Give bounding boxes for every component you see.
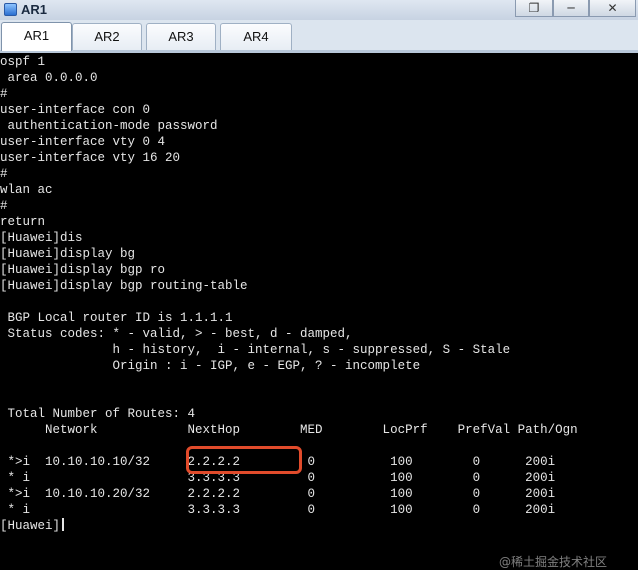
console-line: [Huawei]dis — [0, 231, 83, 245]
console-line: [Huawei]display bg — [0, 247, 136, 261]
tab-ar3[interactable]: AR3 — [146, 23, 216, 50]
minimize-button[interactable]: ─ — [553, 0, 589, 17]
window-title: AR1 — [21, 2, 48, 17]
console-line: area 0.0.0.0 — [0, 71, 98, 85]
console-line: [Huawei]display bgp ro — [0, 263, 166, 277]
console-line: # — [0, 167, 8, 181]
console-line: return — [0, 215, 46, 229]
restore-button[interactable]: ❐ — [515, 0, 553, 17]
console-line: *>i 10.10.10.20/32 2.2.2.2 0 100 0 200i — [0, 487, 556, 501]
console-line: [Huawei]display bgp routing-table — [0, 279, 248, 293]
console-line: Status codes: * - valid, > - best, d - d… — [0, 327, 353, 341]
console-line: * i 3.3.3.3 0 100 0 200i — [0, 503, 556, 517]
tab-ar2[interactable]: AR2 — [72, 23, 142, 50]
console-line: BGP Local router ID is 1.1.1.1 — [0, 311, 233, 325]
console-line: user-interface vty 0 4 — [0, 135, 166, 149]
console-line: Network NextHop MED LocPrf PrefVal Path/… — [0, 423, 578, 437]
console-line: Total Number of Routes: 4 — [0, 407, 196, 421]
title-bar: AR1 ❐ ─ ✕ — [0, 0, 638, 21]
console-line: wlan ac — [0, 183, 53, 197]
watermark: @稀土掘金技术社区 — [499, 555, 608, 569]
console-line: user-interface con 0 — [0, 103, 151, 117]
console-line: # — [0, 87, 8, 101]
terminal-console[interactable]: ospf 1 area 0.0.0.0 # user-interface con… — [0, 53, 638, 569]
close-button[interactable]: ✕ — [589, 0, 636, 17]
tab-ar4[interactable]: AR4 — [220, 23, 292, 50]
tab-ar1[interactable]: AR1 — [1, 22, 72, 51]
text-cursor — [62, 518, 64, 531]
console-line: Origin : i - IGP, e - EGP, ? - incomplet… — [0, 359, 421, 373]
nexthop-highlight-annotation — [186, 446, 302, 474]
console-line: ospf 1 — [0, 55, 46, 69]
console-line: authentication-mode password — [0, 119, 218, 133]
router-app-icon — [4, 3, 17, 16]
tab-bar: AR1 AR2 AR3 AR4 — [0, 20, 638, 53]
console-line: # — [0, 199, 8, 213]
console-line: user-interface vty 16 20 — [0, 151, 181, 165]
console-line: h - history, i - internal, s - suppresse… — [0, 343, 511, 357]
